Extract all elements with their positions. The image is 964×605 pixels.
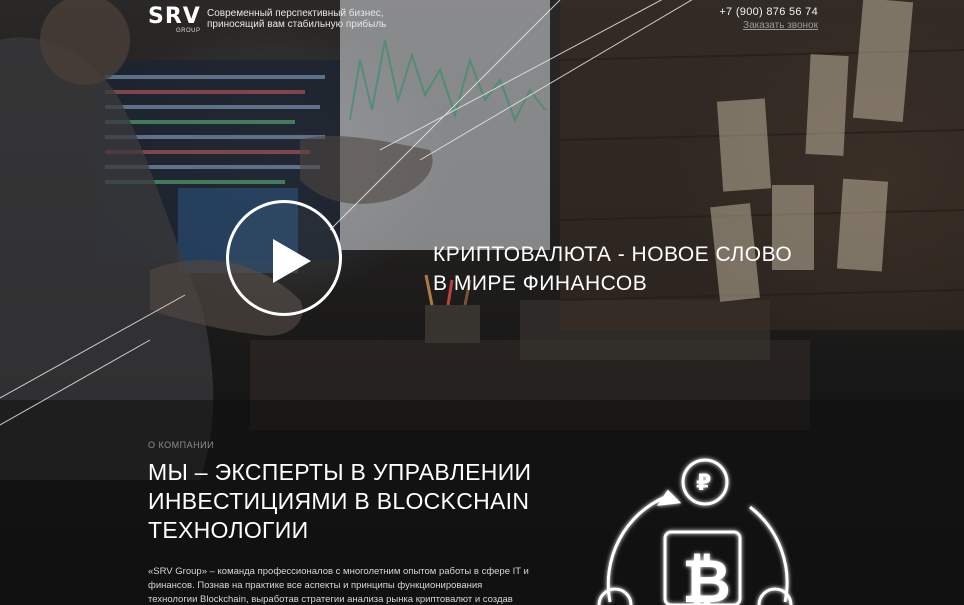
svg-text:₿: ₿ bbox=[682, 547, 731, 605]
section-label-about: О КОМПАНИИ bbox=[148, 440, 215, 450]
site-header: SRV GROUP Современный перспективный бизн… bbox=[0, 0, 964, 40]
crypto-coins-icon: ₽ ₿ bbox=[597, 458, 793, 605]
header-tagline: Современный перспективный бизнес, принос… bbox=[207, 8, 387, 30]
hero-title: КРИПТОВАЛЮТА - НОВОЕ СЛОВО В МИРЕ ФИНАНС… bbox=[433, 243, 793, 296]
logo-subtitle: GROUP bbox=[176, 28, 201, 34]
play-video-button[interactable] bbox=[226, 200, 342, 316]
about-description: «SRV Group» – команда профессионалов с м… bbox=[148, 566, 529, 605]
callback-link[interactable]: Заказать звонок bbox=[743, 20, 818, 31]
landing-page: SRV GROUP Современный перспективный бизн… bbox=[0, 0, 964, 605]
play-icon bbox=[273, 239, 311, 283]
phone-number[interactable]: +7 (900) 876 56 74 bbox=[719, 6, 818, 18]
svg-text:₽: ₽ bbox=[696, 471, 711, 496]
about-title: МЫ – ЭКСПЕРТЫ В УПРАВЛЕНИИ ИНВЕСТИЦИЯМИ … bbox=[148, 459, 532, 543]
logo[interactable]: SRV bbox=[148, 6, 201, 28]
